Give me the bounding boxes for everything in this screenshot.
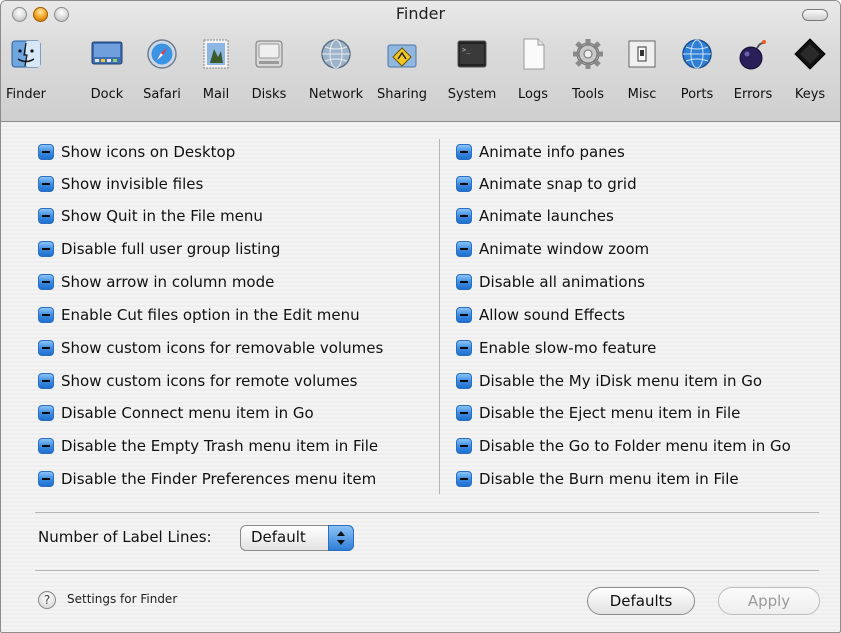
mixed-checkbox[interactable] [456,438,472,454]
ports-globe-icon [682,39,712,69]
option-label: Show custom icons for removable volumes [61,339,384,357]
mixed-checkbox[interactable] [38,208,54,224]
option-label: Animate window zoom [479,240,650,258]
option-label: Animate snap to grid [479,175,637,193]
toolbar-label-errors: Errors [733,87,773,102]
arrow-down-icon [337,540,345,545]
mixed-checkbox[interactable] [456,176,472,192]
hard-disk-icon [255,40,283,68]
toolbar-item-network[interactable]: Network [305,29,367,111]
toolbar-label-keys: Keys [794,87,826,102]
mixed-checkbox[interactable] [456,405,472,421]
label-lines-popup[interactable]: Default [240,525,354,551]
toolbar-item-tools[interactable]: Tools [564,29,612,111]
label-lines-value: Default [251,528,306,546]
option-label: Disable the Finder Preferences menu item [61,470,377,488]
svg-text:>_: >_ [462,46,471,54]
option-label: Disable full user group listing [61,240,281,258]
arrow-up-icon [337,531,345,536]
key-icon [794,38,826,70]
toolbar-label-system: System [447,87,497,102]
option-label: Enable slow-mo feature [479,339,657,357]
mixed-checkbox[interactable] [456,144,472,160]
toolbar-item-misc[interactable]: Misc [621,29,663,111]
option-label: Disable the Burn menu item in File [479,470,739,488]
toolbar-label-disks: Disks [251,87,287,102]
toolbar-label-sharing: Sharing [377,87,427,102]
mixed-checkbox[interactable] [456,340,472,356]
option-label: Disable all animations [479,273,645,291]
option-label: Show custom icons for remote volumes [61,372,358,390]
option-label: Disable the Go to Folder menu item in Go [479,437,791,455]
defaults-button[interactable]: Defaults [587,587,695,615]
toolbar-item-keys[interactable]: Keys [788,29,832,111]
toolbar-item-finder[interactable]: Finder [1,29,51,111]
unified-toolbar: Finder Finder Dock Safari Mail Disks Net… [1,1,840,122]
mixed-checkbox[interactable] [456,274,472,290]
option-label: Show invisible files [61,175,204,193]
terminal-icon: >_ [457,40,487,68]
sharing-folder-icon [387,44,417,68]
finder-preferences-window: Finder Finder Dock Safari Mail Disks Net… [0,0,841,633]
mixed-checkbox[interactable] [38,438,54,454]
label-lines-label: Number of Label Lines: [38,528,212,546]
safari-compass-icon [147,39,177,69]
toolbar-item-system[interactable]: >_ System [445,29,499,111]
apply-button[interactable]: Apply [718,587,820,615]
toolbar-item-sharing[interactable]: Sharing [372,29,432,111]
switch-icon [628,40,656,68]
option-label: Disable the Eject menu item in File [479,404,741,422]
finder-icon [11,40,41,68]
toolbar-item-disks[interactable]: Disks [247,29,291,111]
network-globe-icon [321,39,351,69]
option-label: Show Quit in the File menu [61,207,263,225]
toolbar-item-logs[interactable]: Logs [513,29,553,111]
toolbar-label-finder: Finder [6,87,46,102]
window-title: Finder [395,4,446,23]
option-label: Show icons on Desktop [61,143,236,161]
mixed-checkbox[interactable] [456,373,472,389]
mixed-checkbox[interactable] [456,307,472,323]
mixed-checkbox[interactable] [38,144,54,160]
mixed-checkbox[interactable] [38,241,54,257]
toolbar-toggle-button[interactable] [802,9,828,21]
toolbar-item-mail[interactable]: Mail [196,29,236,111]
option-label: Disable the Empty Trash menu item in Fil… [61,437,379,455]
bomb-icon [739,40,766,70]
dock-icon [91,41,123,65]
option-label: Disable the My iDisk menu item in Go [479,372,763,390]
option-label: Allow sound Effects [479,306,626,324]
gear-icon [573,39,603,69]
column-divider [439,139,440,494]
footer-divider [35,570,819,571]
toolbar-item-dock[interactable]: Dock [79,29,135,111]
mixed-checkbox[interactable] [38,307,54,323]
mixed-checkbox[interactable] [38,405,54,421]
mixed-checkbox[interactable] [38,373,54,389]
settings-caption: Settings for Finder [67,592,178,606]
mixed-checkbox[interactable] [456,208,472,224]
mixed-checkbox[interactable] [38,176,54,192]
option-label: Disable Connect menu item in Go [61,404,314,422]
document-icon [523,38,545,70]
toolbar-item-ports[interactable]: Ports [675,29,719,111]
toolbar-item-safari[interactable]: Safari [138,29,186,111]
mixed-checkbox[interactable] [38,340,54,356]
section-divider [35,512,819,513]
toolbar-label-ports: Ports [680,87,714,102]
mixed-checkbox[interactable] [456,241,472,257]
option-label: Animate launches [479,207,614,225]
popup-stepper-icon [328,525,354,551]
mail-stamp-icon [203,39,229,69]
option-label: Animate info panes [479,143,625,161]
option-label: Enable Cut files option in the Edit menu [61,306,360,324]
help-icon[interactable]: ? [38,591,56,609]
toolbar-item-errors[interactable]: Errors [731,29,775,111]
mixed-checkbox[interactable] [38,274,54,290]
mixed-checkbox[interactable] [38,471,54,487]
toolbar-label-misc: Misc [627,87,657,102]
option-label: Show arrow in column mode [61,273,275,291]
mixed-checkbox[interactable] [456,471,472,487]
